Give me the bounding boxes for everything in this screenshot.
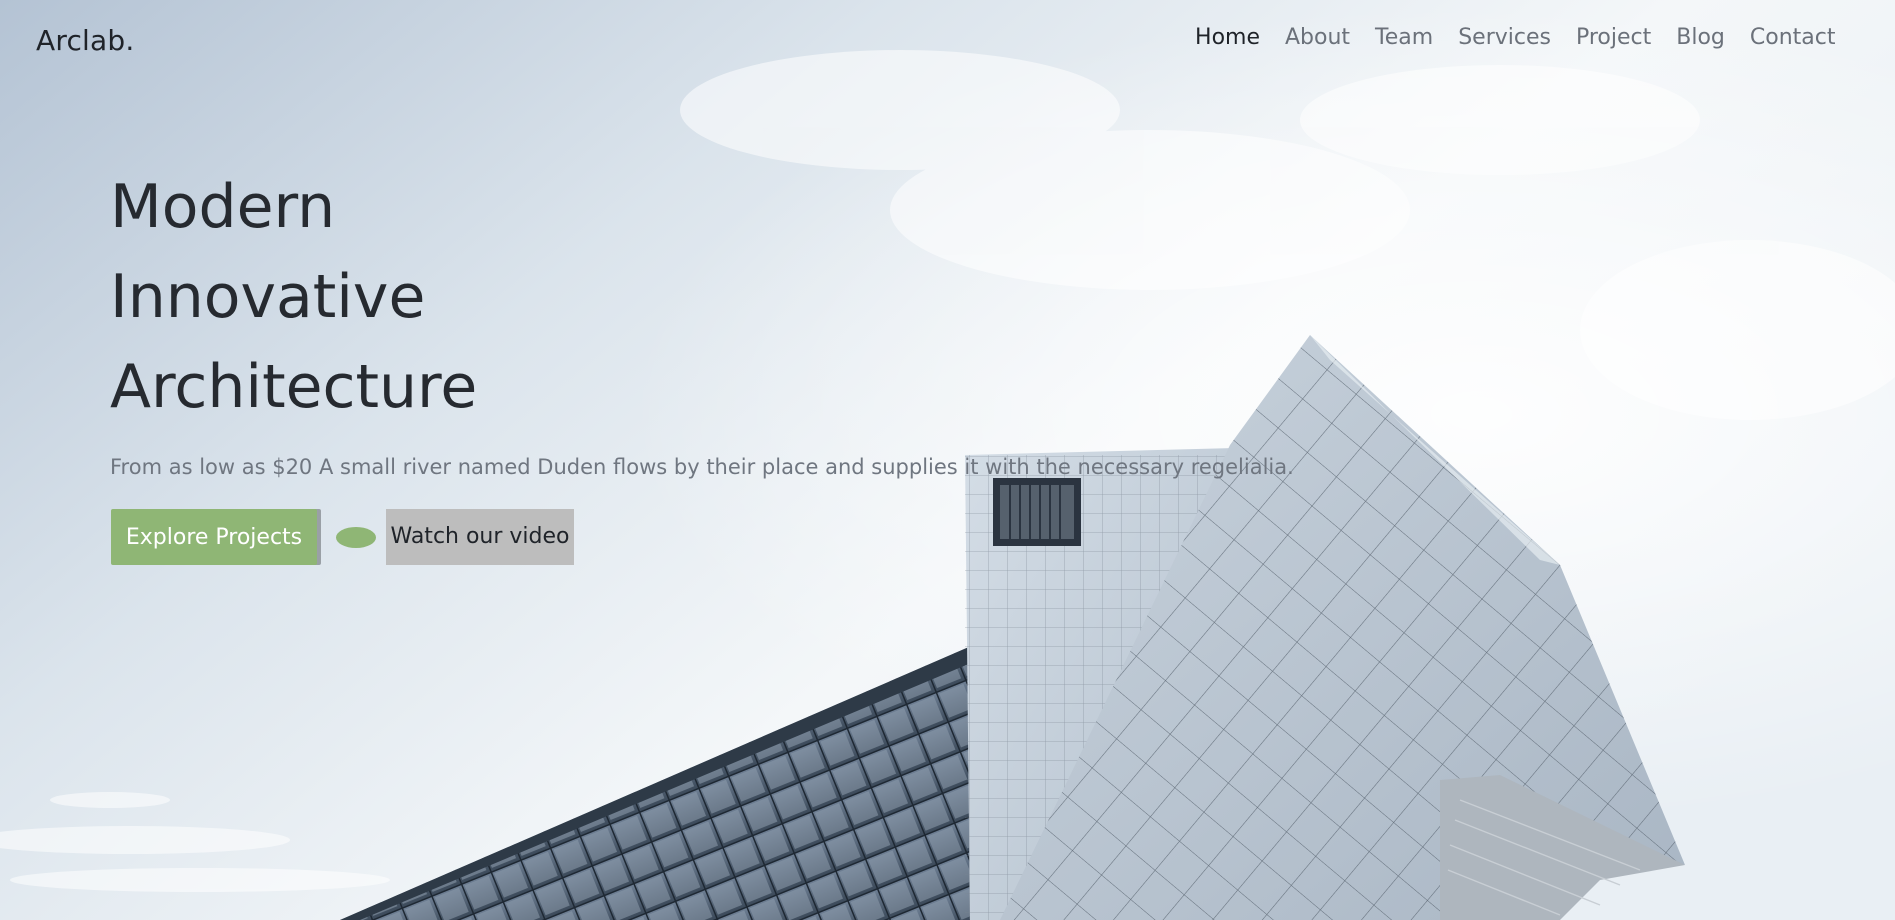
nav-team[interactable]: Team [1363, 25, 1446, 50]
watch-video-button[interactable]: Watch our video [386, 509, 574, 565]
nav-contact[interactable]: Contact [1737, 25, 1848, 50]
hero-title-line-3: Architecture [110, 352, 478, 422]
nav-about[interactable]: About [1273, 25, 1363, 50]
hero-title-line-2: Innovative [110, 262, 426, 332]
brand-logo[interactable]: Arclab. [36, 24, 134, 57]
hero-title-line-1: Modern [110, 172, 336, 242]
hero-title: Modern Innovative Architecture [110, 162, 477, 432]
hero-section: Arclab. Home About Team Services Project… [0, 0, 1895, 920]
explore-projects-button[interactable]: Explore Projects [111, 509, 317, 565]
nav-home[interactable]: Home [1183, 25, 1273, 50]
play-icon[interactable] [336, 527, 376, 548]
nav-services[interactable]: Services [1446, 25, 1564, 50]
main-nav: Home About Team Services Project Blog Co… [1183, 25, 1848, 50]
hero-subtitle: From as low as $20 A small river named D… [110, 455, 1294, 479]
nav-project[interactable]: Project [1563, 25, 1663, 50]
nav-blog[interactable]: Blog [1664, 25, 1738, 50]
